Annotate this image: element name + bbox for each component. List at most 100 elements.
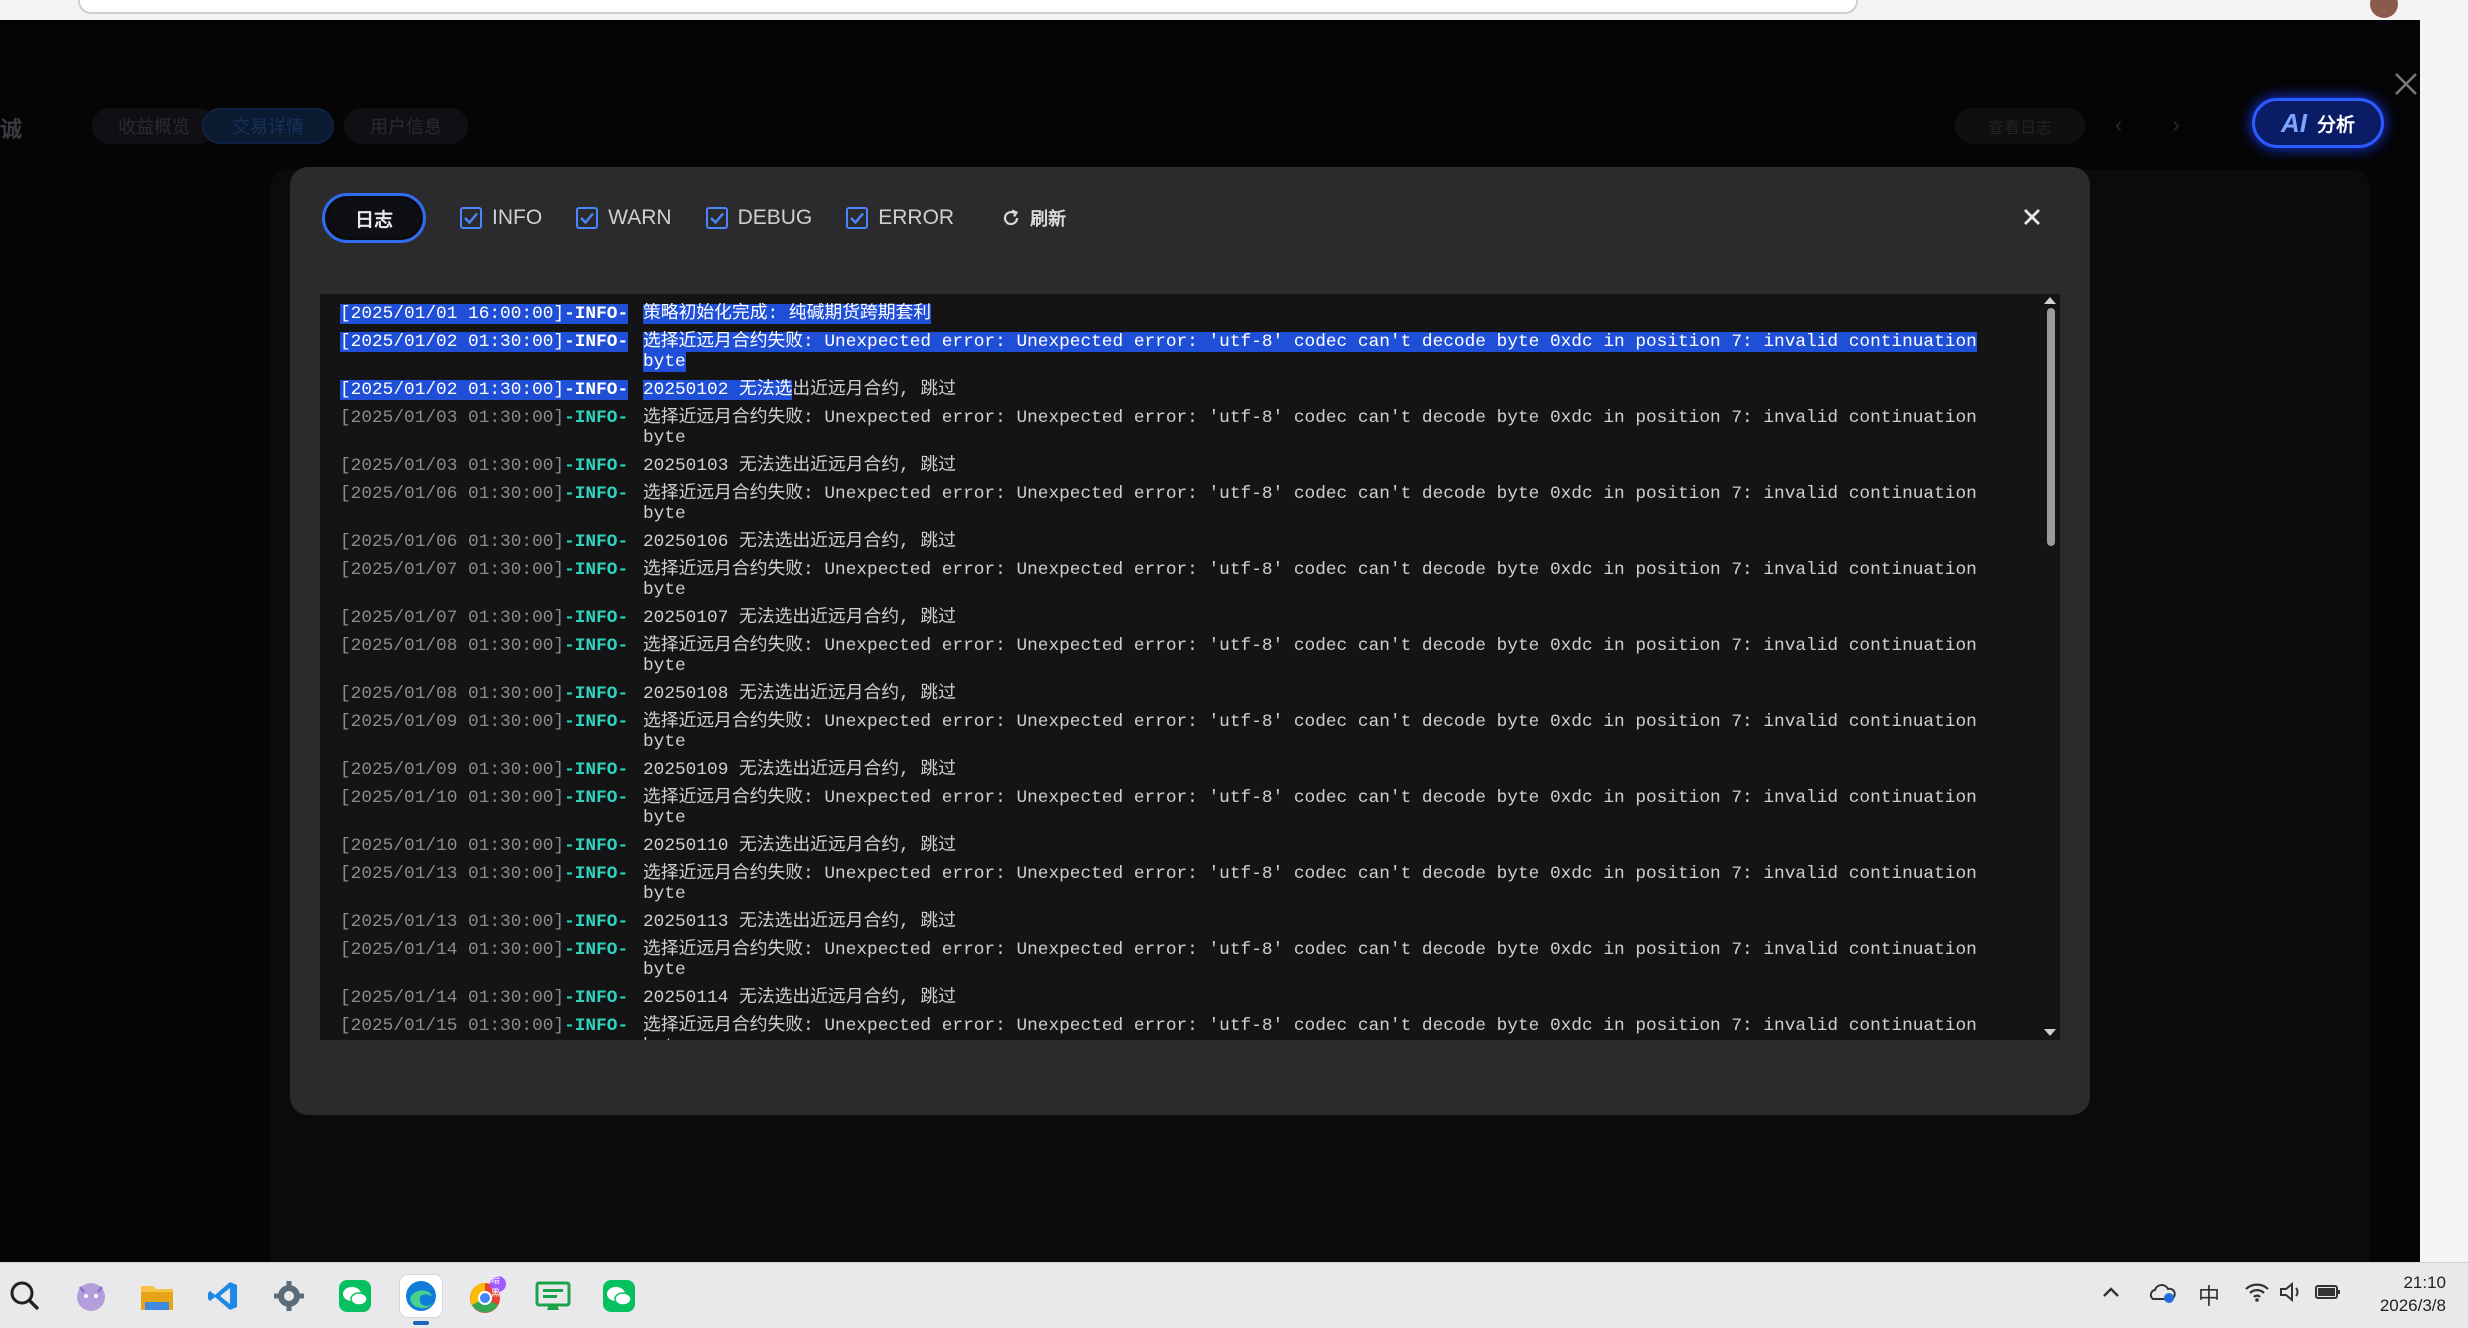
log-entry: [2025/01/02 01:30:00]-INFO- 20250102 无法选出…	[320, 380, 2020, 400]
log-entry-prefix-wrap: [2025/01/14 01:30:00]-INFO-	[340, 940, 628, 960]
log-entry: [2025/01/09 01:30:00]-INFO- 选择近远月合约失败: Un…	[320, 712, 2020, 752]
log-entry-time-text: [2025/01/08 01:30:00]	[340, 684, 565, 704]
filter-debug[interactable]: DEBUG	[705, 206, 812, 230]
log-entry-timestamp: [2025/01/02 01:30:00]-INFO-	[340, 380, 643, 400]
log-entry-prefix-wrap: [2025/01/08 01:30:00]-INFO-	[340, 684, 628, 704]
taskbar-clock[interactable]: 21:10 2026/3/8	[2346, 1271, 2446, 1317]
search-icon[interactable]	[4, 1275, 46, 1317]
window-close-icon[interactable]	[2388, 66, 2424, 102]
log-entry: [2025/01/06 01:30:00]-INFO- 20250106 无法选出…	[320, 532, 2020, 552]
profile-avatar[interactable]	[2370, 0, 2398, 18]
background-tab-user[interactable]: 用户信息	[344, 108, 468, 144]
log-entry-timestamp: [2025/01/10 01:30:00]-INFO-	[340, 788, 643, 828]
wechat-icon[interactable]	[334, 1275, 376, 1317]
filter-debug-checkbox[interactable]	[705, 207, 728, 229]
background-log-button[interactable]: 查看日志	[1955, 108, 2085, 144]
log-entry-level: -INFO-	[564, 788, 629, 808]
log-entry-time-text: [2025/01/02 01:30:00]	[340, 380, 565, 400]
background-title: 诚	[0, 117, 23, 142]
log-entry-message: 20250114 无法选出近远月合约, 跳过	[643, 988, 2020, 1008]
log-entry: [2025/01/07 01:30:00]-INFO- 20250107 无法选出…	[320, 608, 2020, 628]
log-entry-timestamp: [2025/01/10 01:30:00]-INFO-	[340, 836, 643, 856]
log-entry-time-text: [2025/01/10 01:30:00]	[340, 788, 565, 808]
log-scrollbar[interactable]	[2040, 294, 2060, 1040]
log-entry-time-text: [2025/01/10 01:30:00]	[340, 836, 565, 856]
log-entry-time-text: [2025/01/02 01:30:00]	[340, 332, 565, 352]
background-tab-overview[interactable]: 收益概览	[92, 108, 216, 144]
log-entry-time-text: [2025/01/07 01:30:00]	[340, 560, 565, 580]
filter-error[interactable]: ERROR	[846, 206, 954, 230]
chevron-up-icon[interactable]	[2100, 1281, 2122, 1303]
page-scrollbar-track[interactable]	[2420, 20, 2468, 1262]
log-tab[interactable]: 日志	[322, 193, 426, 243]
settings-gear-icon[interactable]	[268, 1275, 310, 1317]
file-explorer-icon[interactable]	[136, 1275, 178, 1317]
log-entry-time-text: [2025/01/06 01:30:00]	[340, 484, 565, 504]
log-entry-message: 选择近远月合约失败: Unexpected error: Unexpected …	[643, 712, 2020, 752]
filter-info[interactable]: INFO	[460, 206, 542, 230]
battery-icon[interactable]	[2314, 1281, 2342, 1303]
vscode-icon[interactable]	[202, 1275, 244, 1317]
log-entry-message: 20250102 无法选出近远月合约, 跳过	[643, 380, 2020, 400]
log-entry-message: 策略初始化完成: 纯碱期货跨期套利	[643, 304, 2020, 324]
log-entry-time-text: [2025/01/06 01:30:00]	[340, 532, 565, 552]
log-entry-prefix-wrap: [2025/01/14 01:30:00]-INFO-	[340, 988, 628, 1008]
wifi-icon[interactable]	[2244, 1281, 2270, 1303]
chrome-badge-label: 暗黑	[491, 1275, 501, 1298]
log-entry-time-text: [2025/01/09 01:30:00]	[340, 712, 565, 732]
background-tab-trades[interactable]: 交易详情	[202, 108, 334, 144]
ime-indicator[interactable]: 中	[2198, 1279, 2220, 1311]
log-entry-prefix-wrap: [2025/01/09 01:30:00]-INFO-	[340, 760, 628, 780]
filter-info-checkbox[interactable]	[460, 207, 482, 229]
onedrive-sync-icon[interactable]	[2148, 1281, 2176, 1305]
filter-error-checkbox[interactable]	[846, 207, 869, 229]
filter-warn[interactable]: WARN	[576, 206, 672, 230]
volume-icon[interactable]	[2278, 1281, 2304, 1303]
log-entry-message: 选择近远月合约失败: Unexpected error: Unexpected …	[643, 940, 2020, 980]
log-entry-time-text: [2025/01/13 01:30:00]	[340, 864, 565, 884]
log-entry-message: 20250110 无法选出近远月合约, 跳过	[643, 836, 2020, 856]
log-entry: [2025/01/13 01:30:00]-INFO- 20250113 无法选出…	[320, 912, 2020, 932]
log-entry-timestamp: [2025/01/13 01:30:00]-INFO-	[340, 864, 643, 904]
log-entry-timestamp: [2025/01/03 01:30:00]-INFO-	[340, 456, 643, 476]
refresh-button[interactable]: 刷新	[1000, 205, 1066, 231]
log-entry-time-text: [2025/01/14 01:30:00]	[340, 988, 565, 1008]
log-entry-message-text: 选择近远月合约失败: Unexpected error: Unexpected …	[643, 332, 1977, 372]
scroll-down-arrow-icon[interactable]	[2044, 1029, 2056, 1036]
scroll-up-arrow-icon[interactable]	[2044, 297, 2056, 304]
scrollbar-thumb[interactable]	[2047, 308, 2055, 546]
log-entry: [2025/01/14 01:30:00]-INFO- 20250114 无法选出…	[320, 988, 2020, 1008]
filter-warn-label: WARN	[608, 206, 672, 229]
wechat-alt-icon[interactable]	[598, 1275, 640, 1317]
ai-analysis-button[interactable]: AI 分析	[2252, 98, 2384, 148]
log-entry-timestamp: [2025/01/02 01:30:00]-INFO-	[340, 332, 643, 372]
background-page-arrows[interactable]: ‹ ›	[2115, 112, 2202, 138]
chat-monitor-icon[interactable]	[532, 1275, 574, 1317]
log-entry-level: -INFO-	[564, 760, 629, 780]
log-entry-time-text: [2025/01/03 01:30:00]	[340, 408, 565, 428]
filter-warn-checkbox[interactable]	[576, 207, 599, 229]
address-bar[interactable]	[78, 0, 1858, 14]
log-entry-time-text: [2025/01/01 16:00:00]	[340, 304, 565, 324]
log-entry-prefix-wrap: [2025/01/03 01:30:00]-INFO-	[340, 456, 628, 476]
ai-analysis-label: 分析	[2316, 114, 2355, 136]
edge-browser-icon[interactable]	[400, 1275, 442, 1325]
log-entry-prefix-wrap: [2025/01/10 01:30:00]-INFO-	[340, 836, 628, 856]
chrome-icon[interactable]: 暗黑	[466, 1275, 508, 1317]
check-icon	[580, 212, 595, 225]
log-entry-message-text: 20250103 无法选出近远月合约, 跳过	[643, 456, 956, 476]
log-entry-message: 选择近远月合约失败: Unexpected error: Unexpected …	[643, 560, 2020, 600]
log-entry-level: -INFO-	[564, 608, 629, 628]
check-icon	[464, 212, 478, 225]
log-entry-message-text: 选择近远月合约失败: Unexpected error: Unexpected …	[643, 864, 1977, 904]
log-entry-message-text: 20250107 无法选出近远月合约, 跳过	[643, 608, 956, 628]
cat-app-icon[interactable]	[70, 1275, 112, 1317]
log-entry-message-text: 20250108 无法选出近远月合约, 跳过	[643, 684, 956, 704]
windows-taskbar: 暗黑 中 21:10 2026/3/8	[0, 1262, 2468, 1328]
log-entry-prefix-wrap: [2025/01/06 01:30:00]-INFO-	[340, 484, 628, 504]
log-entry-timestamp: [2025/01/01 16:00:00]-INFO-	[340, 304, 643, 324]
log-entry: [2025/01/08 01:30:00]-INFO- 选择近远月合约失败: Un…	[320, 636, 2020, 676]
close-icon[interactable]	[2018, 203, 2046, 231]
filter-info-label: INFO	[492, 206, 543, 229]
log-output[interactable]: [2025/01/01 16:00:00]-INFO- 策略初始化完成: 纯碱期货…	[320, 294, 2060, 1040]
